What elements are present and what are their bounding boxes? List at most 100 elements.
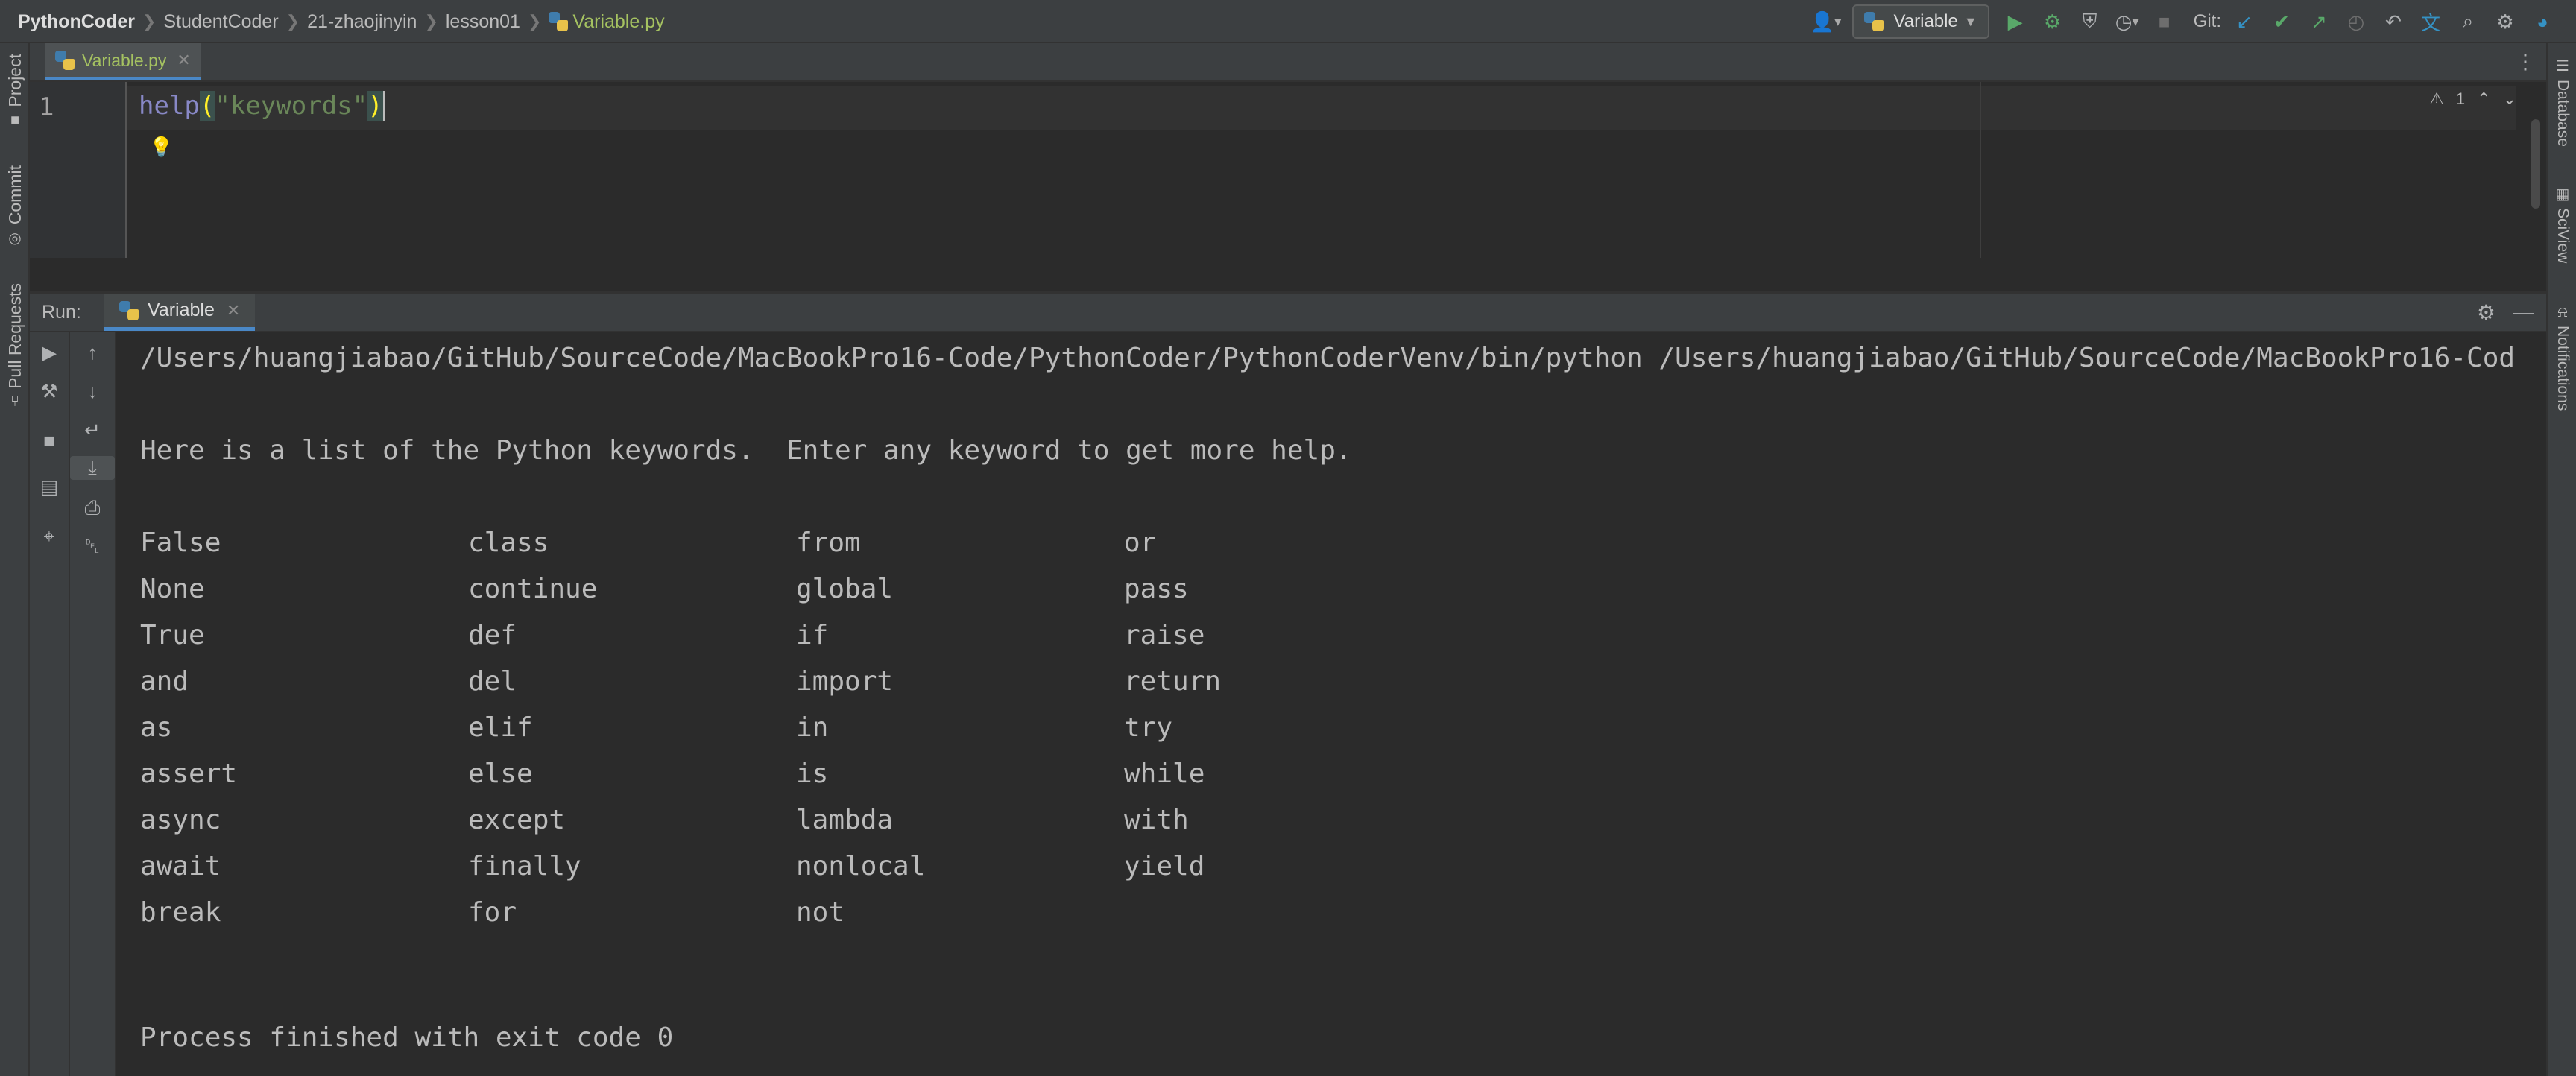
gear-icon: ⚙	[2496, 10, 2514, 33]
keyword-cell: await	[140, 851, 221, 882]
inspection-widget[interactable]: ⚠ 1 ⌃ ⌄	[2429, 89, 2516, 109]
breadcrumb-item-studentcoder[interactable]: StudentCoder	[163, 11, 278, 33]
editor-bottom-area	[30, 258, 2546, 292]
git-history-button[interactable]: ◴	[2340, 7, 2373, 37]
code-open-paren: (	[199, 91, 215, 121]
git-rollback-button[interactable]: ↶	[2377, 7, 2410, 37]
translate-button[interactable]: 文	[2414, 7, 2447, 37]
rerun-icon[interactable]: ▶	[30, 341, 69, 364]
git-push-button[interactable]: ↗	[2302, 7, 2335, 37]
run-console-output[interactable]: /Users/huangjiabao/GitHub/SourceCode/Mac…	[116, 332, 2516, 1076]
chevron-down-icon: ▼	[1963, 13, 1977, 29]
git-label: Git:	[2193, 11, 2221, 31]
python-icon	[1863, 12, 1884, 31]
arrow-up-icon[interactable]: ↑	[70, 341, 115, 364]
ide-update-button[interactable]: ◕	[2526, 7, 2559, 37]
chevron-down-icon[interactable]: ⌄	[2503, 89, 2516, 109]
soft-wrap-icon[interactable]: ↵	[70, 419, 115, 442]
console-intro-line: Here is a list of the Python keywords. E…	[140, 435, 1352, 466]
git-commit-button[interactable]: ✔	[2265, 7, 2298, 37]
keyword-cell: def	[468, 620, 517, 651]
editor-tab-label: Variable.py	[82, 50, 167, 70]
notifications-tool-tab[interactable]: ⍾ Notifications	[2548, 304, 2576, 411]
pin-icon[interactable]: ⌖	[30, 525, 69, 548]
stop-icon[interactable]: ■	[30, 429, 69, 452]
code-editor[interactable]: help("keywords") 💡	[127, 82, 2516, 258]
run-configuration-selector[interactable]: Variable ▼	[1852, 4, 1989, 39]
breadcrumb-item-zhaojinyin[interactable]: 21-zhaojinyin	[307, 11, 417, 33]
breadcrumb-separator-icon: ❯	[285, 12, 300, 31]
breadcrumb-file[interactable]: Variable.py	[572, 11, 664, 33]
jetbrains-icon: ◕	[2536, 10, 2548, 33]
breadcrumb-separator-icon: ❯	[424, 12, 438, 31]
keyword-cell: lambda	[796, 805, 894, 835]
print-icon[interactable]: ⎙	[70, 496, 115, 520]
run-primary-toolbar: ▶ ⚒ ■ ▤ ⌖	[30, 332, 70, 1076]
warning-icon: ⚠	[2429, 89, 2444, 108]
left-tool-window-strip: Project ■ Commit ◎ Pull Requests ⑂	[0, 43, 30, 1076]
keyword-cell: return	[1124, 666, 1222, 697]
keyword-cell: None	[140, 574, 205, 604]
breadcrumb-separator-icon: ❯	[527, 12, 542, 31]
stop-icon: ■	[2158, 10, 2171, 33]
notifications-tab-label: Notifications	[2554, 326, 2572, 411]
sciview-tool-tab[interactable]: ▦ SciView	[2548, 185, 2576, 263]
project-tool-tab[interactable]: Project ■	[0, 54, 30, 129]
keyword-cell: finally	[468, 851, 581, 882]
undo-icon: ↶	[2385, 10, 2402, 33]
debug-button[interactable]: ⚙	[2036, 7, 2069, 37]
python-file-icon	[55, 51, 75, 70]
right-margin-guide	[1980, 82, 1981, 258]
arrow-down-left-icon: ↙	[2236, 10, 2253, 33]
search-everywhere-button[interactable]: ⌕	[2452, 7, 2484, 37]
trash-icon[interactable]: ␡	[70, 535, 115, 559]
shield-icon: ⛨	[2082, 10, 2097, 32]
python-icon	[119, 300, 139, 320]
scroll-to-end-icon[interactable]: ⤓	[70, 456, 115, 480]
code-line[interactable]: help("keywords")	[139, 91, 385, 121]
profiler-icon: ◷	[2115, 10, 2133, 33]
run-secondary-toolbar: ↑ ↓ ↵ ⤓ ⎙ ␡	[70, 332, 116, 1076]
git-update-button[interactable]: ↙	[2228, 7, 2261, 37]
gear-icon[interactable]: ⚙	[2477, 300, 2496, 325]
keyword-cell: try	[1124, 712, 1173, 743]
keyword-cell: yield	[1124, 851, 1205, 882]
editor-gutter: 1	[30, 82, 127, 258]
pull-requests-tool-tab[interactable]: Pull Requests ⑂	[0, 283, 30, 411]
minimize-icon[interactable]: —	[2513, 300, 2534, 324]
run-tab-variable[interactable]: Variable ✕	[104, 294, 256, 331]
keyword-cell: del	[468, 666, 517, 697]
profile-button[interactable]: ◷ ▾	[2111, 7, 2144, 37]
coverage-button[interactable]: ⛨	[2074, 7, 2106, 37]
close-icon[interactable]: ✕	[227, 301, 240, 320]
more-tabs-icon[interactable]: ⋮	[2515, 49, 2536, 74]
run-button[interactable]: ▶	[1999, 7, 2032, 37]
layout-icon[interactable]: ▤	[30, 475, 69, 499]
keyword-cell: is	[796, 759, 829, 789]
settings-button[interactable]: ⚙	[2489, 7, 2522, 37]
commit-icon: ◎	[8, 230, 22, 247]
breadcrumb: PythonCoder ❯ StudentCoder ❯ 21-zhaojiny…	[18, 0, 665, 43]
wrench-icon[interactable]: ⚒	[30, 380, 69, 403]
keyword-cell: assert	[140, 759, 238, 789]
database-tool-tab[interactable]: ☰ Database	[2548, 57, 2576, 147]
breadcrumb-separator-icon: ❯	[142, 12, 157, 31]
lightbulb-icon[interactable]: 💡	[149, 136, 173, 159]
code-function-name: help	[139, 91, 200, 121]
pull-request-icon: ⑂	[10, 393, 19, 410]
close-icon[interactable]: ✕	[177, 51, 190, 70]
editor-scrollbar[interactable]	[2531, 119, 2540, 209]
keyword-cell: from	[796, 528, 861, 558]
folder-icon: ■	[10, 111, 20, 128]
inspection-count: 1	[2455, 89, 2466, 108]
arrow-down-icon[interactable]: ↓	[70, 380, 115, 403]
breadcrumb-item-lesson01[interactable]: lesson01	[446, 11, 520, 33]
breadcrumb-project[interactable]: PythonCoder	[18, 11, 135, 33]
chevron-up-icon[interactable]: ⌃	[2477, 89, 2490, 109]
stop-button[interactable]: ■	[2148, 7, 2181, 37]
run-panel-label: Run:	[42, 301, 81, 323]
editor-tab-variable-py[interactable]: Variable.py ✕	[45, 43, 201, 80]
commit-tool-tab[interactable]: Commit ◎	[0, 165, 30, 247]
account-button[interactable]: 👤 ▾	[1810, 7, 1843, 37]
console-command-line: /Users/huangjiabao/GitHub/SourceCode/Mac…	[140, 343, 2516, 373]
